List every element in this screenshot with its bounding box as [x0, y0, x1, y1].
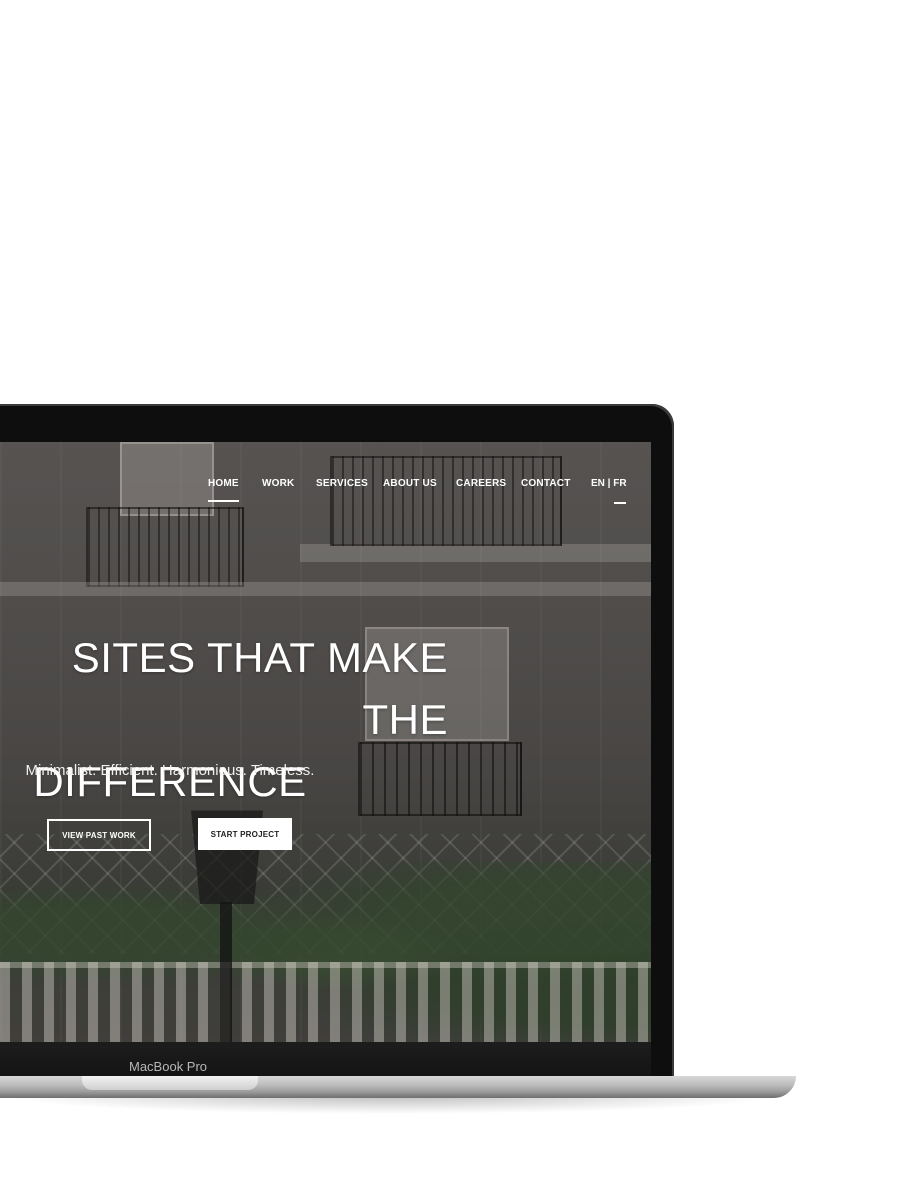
laptop-chin: [0, 1042, 651, 1076]
nav-work[interactable]: WORK: [262, 478, 294, 489]
hero-title: SITES THAT MAKE THE DIFFERENCE: [0, 627, 447, 813]
background-cornice: [0, 582, 651, 596]
nav-contact[interactable]: CONTACT: [521, 478, 571, 489]
street-lamp-post: [220, 902, 232, 1042]
background-balustrade: [0, 962, 651, 1042]
background-balcony: [86, 507, 244, 587]
background-cornice: [300, 544, 651, 562]
nav-services[interactable]: SERVICES: [316, 478, 368, 489]
nav-home[interactable]: HOME: [208, 478, 239, 502]
laptop-base-notch: [82, 1076, 258, 1090]
main-nav: HOME WORK SERVICES ABOUT US CAREERS CONT…: [0, 478, 651, 508]
hero-subtitle: Minimalist. Efficient. Harmonious. Timel…: [25, 762, 315, 779]
hero-title-line1: SITES THAT MAKE THE: [71, 634, 448, 743]
language-active-indicator: [614, 502, 626, 504]
laptop-shadow: [0, 1096, 780, 1114]
website-screen: HOME WORK SERVICES ABOUT US CAREERS CONT…: [0, 442, 651, 1042]
language-switcher[interactable]: EN | FR: [591, 478, 627, 489]
background-balcony: [358, 742, 522, 816]
view-past-work-button[interactable]: VIEW PAST WORK: [47, 819, 151, 851]
nav-careers[interactable]: CAREERS: [456, 478, 506, 489]
start-project-button[interactable]: START PROJECT: [198, 818, 292, 850]
nav-about-us[interactable]: ABOUT US: [383, 478, 437, 489]
device-label: MacBook Pro: [129, 1059, 208, 1074]
